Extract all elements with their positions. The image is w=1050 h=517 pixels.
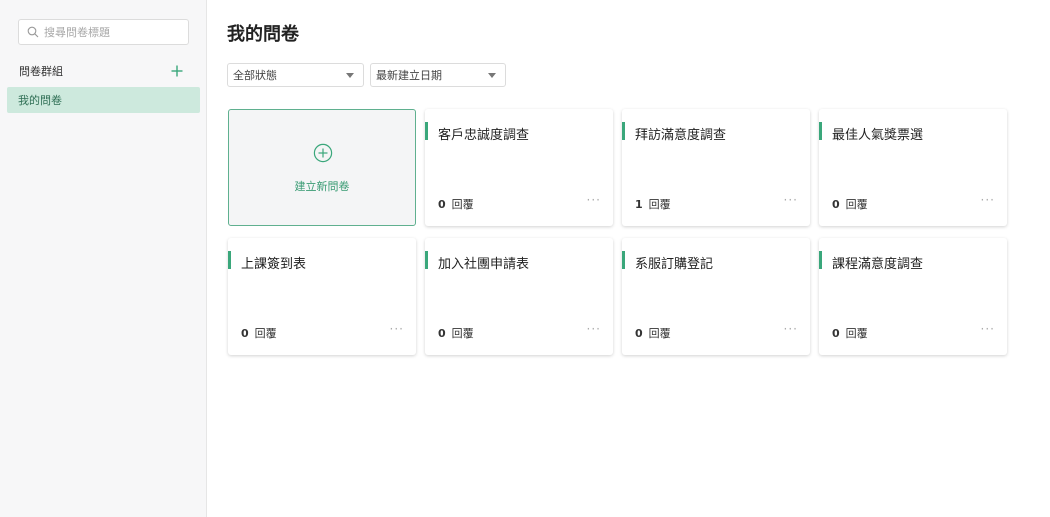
- survey-title: 系服訂購登記: [635, 257, 714, 272]
- more-options-icon[interactable]: ···: [587, 193, 601, 207]
- accent-bar: [425, 251, 428, 269]
- reply-count: 0 回覆: [635, 327, 671, 340]
- search-icon: [27, 26, 39, 38]
- sort-filter-dropdown[interactable]: 最新建立日期: [370, 63, 506, 87]
- group-section-title: 問卷群組: [19, 65, 63, 78]
- survey-title: 課程滿意度調查: [832, 257, 924, 272]
- survey-card[interactable]: 客戶忠誠度調查 0 回覆 ···: [425, 109, 613, 226]
- sort-filter-value: 最新建立日期: [376, 69, 442, 82]
- more-options-icon[interactable]: ···: [981, 322, 995, 336]
- add-circle-icon: [313, 143, 333, 163]
- survey-title: 最佳人氣獎票選: [832, 128, 924, 143]
- accent-bar: [819, 251, 822, 269]
- more-options-icon[interactable]: ···: [784, 193, 798, 207]
- dropdown-arrow-icon: [488, 72, 496, 78]
- search-box[interactable]: [18, 19, 189, 45]
- add-group-button[interactable]: [169, 63, 185, 79]
- plus-icon: [171, 65, 183, 77]
- reply-count: 0 回覆: [241, 327, 277, 340]
- reply-count: 1 回覆: [635, 198, 671, 211]
- survey-card[interactable]: 上課簽到表 0 回覆 ···: [228, 238, 416, 355]
- survey-card[interactable]: 加入社團申請表 0 回覆 ···: [425, 238, 613, 355]
- more-options-icon[interactable]: ···: [981, 193, 995, 207]
- accent-bar: [622, 251, 625, 269]
- accent-bar: [228, 251, 231, 269]
- create-survey-card[interactable]: 建立新問卷: [228, 109, 416, 226]
- survey-card[interactable]: 拜訪滿意度調查 1 回覆 ···: [622, 109, 810, 226]
- survey-title: 加入社團申請表: [438, 257, 530, 272]
- reply-count: 0 回覆: [832, 327, 868, 340]
- status-filter-dropdown[interactable]: 全部狀態: [227, 63, 364, 87]
- sidebar-item-my-surveys[interactable]: 我的問卷: [7, 87, 200, 113]
- survey-title: 客戶忠誠度調查: [438, 128, 530, 143]
- reply-count: 0 回覆: [832, 198, 868, 211]
- survey-title: 拜訪滿意度調查: [635, 128, 727, 143]
- search-input[interactable]: [44, 25, 184, 39]
- survey-card[interactable]: 系服訂購登記 0 回覆 ···: [622, 238, 810, 355]
- page-title: 我的問卷: [227, 24, 299, 45]
- more-options-icon[interactable]: ···: [390, 322, 404, 336]
- create-survey-label: 建立新問卷: [294, 180, 350, 193]
- dropdown-arrow-icon: [346, 72, 354, 78]
- sidebar-item-label: 我的問卷: [18, 94, 62, 107]
- reply-count: 0 回覆: [438, 327, 474, 340]
- survey-card[interactable]: 最佳人氣獎票選 0 回覆 ···: [819, 109, 1007, 226]
- accent-bar: [819, 122, 822, 140]
- main-content: 我的問卷 全部狀態 最新建立日期 建立新問卷 客戶忠誠度調查 0 回覆 ··· 拜…: [208, 0, 1050, 517]
- sidebar: 問卷群組 我的問卷: [0, 0, 207, 517]
- group-header: 問卷群組: [19, 62, 185, 80]
- status-filter-value: 全部狀態: [233, 69, 277, 82]
- survey-card[interactable]: 課程滿意度調查 0 回覆 ···: [819, 238, 1007, 355]
- reply-count: 0 回覆: [438, 198, 474, 211]
- more-options-icon[interactable]: ···: [587, 322, 601, 336]
- accent-bar: [425, 122, 428, 140]
- survey-title: 上課簽到表: [241, 257, 307, 272]
- more-options-icon[interactable]: ···: [784, 322, 798, 336]
- accent-bar: [622, 122, 625, 140]
